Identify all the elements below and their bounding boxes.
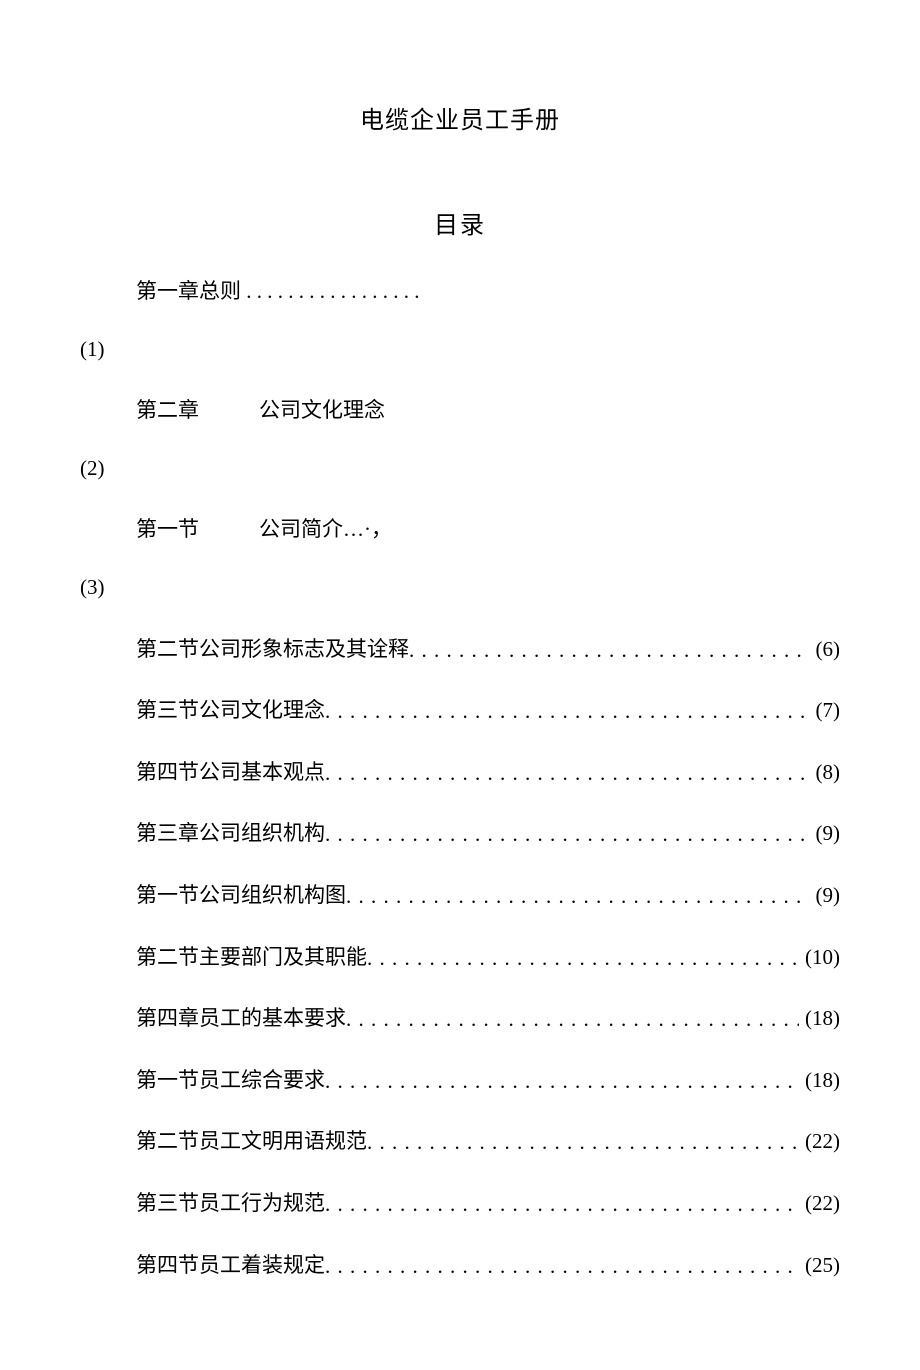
- toc-entry-page: (18): [799, 1064, 840, 1098]
- toc-head-line: 第一节 公司简介…·，: [80, 513, 840, 547]
- toc-entry-label: 第三节公司文化理念: [136, 694, 325, 728]
- toc-head-label-part2: 公司简介…·，: [259, 517, 392, 541]
- toc-head-label: 第一章总则: [136, 279, 241, 303]
- toc-entry-label: 第四节公司基本观点: [136, 756, 325, 790]
- toc-entry: 第四章员工的基本要求 (18): [80, 1002, 840, 1036]
- toc-entry-label: 第三章公司组织机构: [136, 817, 325, 851]
- toc-dots: [409, 634, 810, 667]
- toc-entry-label: 第二节员工文明用语规范: [136, 1125, 367, 1159]
- toc-entry-label: 第二节主要部门及其职能: [136, 941, 367, 975]
- toc-entry-label: 第一节员工综合要求: [136, 1064, 325, 1098]
- document-page: 电缆企业员工手册 目录 第一章总则 . . . . . . . . . . . …: [0, 0, 920, 1370]
- toc-head-line: 第一章总则 . . . . . . . . . . . . . . . . .: [80, 275, 840, 309]
- toc-head-line: 第二章 公司文化理念: [80, 394, 840, 428]
- toc-dots: [325, 757, 810, 790]
- toc-entry-page: (7): [810, 694, 841, 728]
- toc-dots: [346, 1003, 799, 1036]
- toc-entry-page: (6): [810, 633, 841, 667]
- toc-entry-label: 第三节员工行为规范: [136, 1187, 325, 1221]
- toc-entry-label: 第二节公司形象标志及其诠释: [136, 633, 409, 667]
- toc-head-label-part1: 第二章: [136, 398, 199, 422]
- toc-entry-page: (8): [810, 756, 841, 790]
- toc-entry: 第三节公司文化理念 (7): [80, 694, 840, 728]
- toc-head-number: (3): [80, 571, 840, 605]
- toc-entry-label: 第一节公司组织机构图: [136, 879, 346, 913]
- document-title: 电缆企业员工手册: [80, 100, 840, 135]
- toc-entry: 第一节员工综合要求 (18): [80, 1064, 840, 1098]
- toc-head-suffix: . . . . . . . . . . . . . . . . .: [241, 279, 420, 303]
- toc-entry: 第三节员工行为规范 (22): [80, 1187, 840, 1221]
- toc-entry: 第二节公司形象标志及其诠释 (6): [80, 633, 840, 667]
- toc-dots: [325, 1065, 799, 1098]
- toc-heading: 目录: [80, 205, 840, 240]
- toc-head-label-part2: 公司文化理念: [259, 398, 385, 422]
- toc-entry: 第二节主要部门及其职能 (10): [80, 941, 840, 975]
- toc-entry: 第二节员工文明用语规范 (22): [80, 1125, 840, 1159]
- toc-entry-page: (18): [799, 1002, 840, 1036]
- toc-entry-label: 第四章员工的基本要求: [136, 1002, 346, 1036]
- toc-dots: [325, 1188, 799, 1221]
- toc-entry-page: (22): [799, 1125, 840, 1159]
- toc-entry-page: (22): [799, 1187, 840, 1221]
- toc-head-number: (2): [80, 452, 840, 486]
- toc-entry: 第四节公司基本观点 (8): [80, 756, 840, 790]
- toc-head-number: (1): [80, 333, 840, 367]
- toc-entry: 第一节公司组织机构图 (9): [80, 879, 840, 913]
- toc-entry: 第四节员工着装规定 (25): [80, 1249, 840, 1283]
- toc-entry-label: 第四节员工着装规定: [136, 1249, 325, 1283]
- toc-entry-page: (10): [799, 941, 840, 975]
- toc-entry-page: (9): [810, 879, 841, 913]
- toc-dots: [325, 818, 810, 851]
- toc-head-label-part1: 第一节: [136, 517, 199, 541]
- toc-dots: [367, 1126, 799, 1159]
- toc-dots: [325, 1250, 799, 1283]
- toc-entry-page: (25): [799, 1249, 840, 1283]
- toc-entry-page: (9): [810, 817, 841, 851]
- toc-dots: [346, 880, 810, 913]
- toc-dots: [367, 942, 799, 975]
- toc-entry: 第三章公司组织机构 (9): [80, 817, 840, 851]
- toc-dots: [325, 695, 810, 728]
